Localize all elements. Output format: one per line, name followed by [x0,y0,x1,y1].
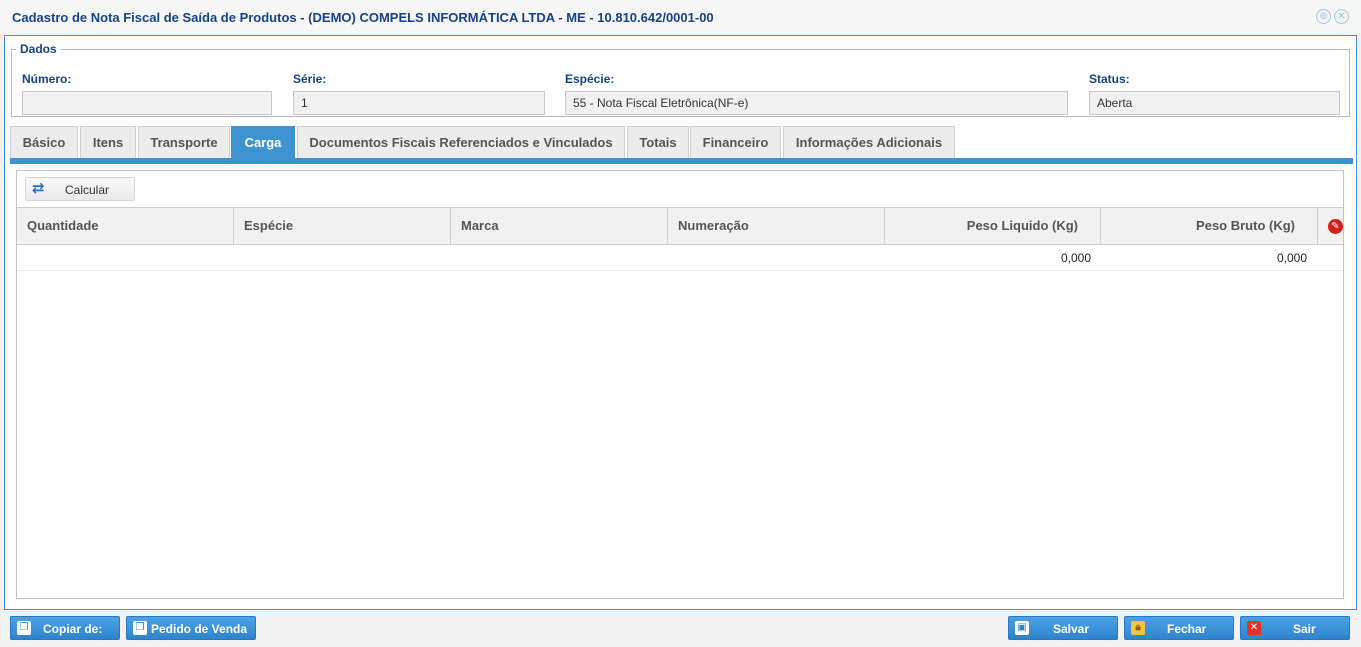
especie-input[interactable]: 55 - Nota Fiscal Eletrônica(NF-e) [565,91,1068,115]
copy-icon: ❐ [133,621,147,635]
salvar-label: Salvar [1053,622,1090,636]
col-marca[interactable]: Marca [451,208,668,244]
table-row[interactable]: 0,000 0,000 [17,245,1343,271]
fechar-label: Fechar [1167,622,1207,636]
maximize-icon[interactable]: ⊕ [1316,9,1331,24]
tab-basico[interactable]: Básico [10,126,78,158]
refresh-icon: ⇄ [32,180,45,197]
tab-documentos-fiscais[interactable]: Documentos Fiscais Referenciados e Vincu… [297,126,625,158]
tab-informacoes-adicionais[interactable]: Informações Adicionais [783,126,955,158]
col-peso-liquido[interactable]: Peso Liquido (Kg) [885,208,1101,244]
salvar-button[interactable]: ▣ Salvar [1008,616,1118,640]
carga-panel: ⇄ Calcular Quantidade Espécie Marca Nume… [16,170,1344,599]
tab-strip [10,158,1353,164]
copiar-de-label: Copiar de: [43,622,103,636]
dados-legend: Dados [20,42,57,56]
cell-peso-bruto: 0,000 [1276,251,1307,265]
cell-especie [234,245,441,271]
serie-input[interactable]: 1 [293,91,545,115]
copiar-de-button[interactable]: ❐ Copiar de: [10,616,120,640]
nota-fiscal-window: Cadastro de Nota Fiscal de Saída de Prod… [0,0,1361,647]
form-body: Dados Número: Série: 1 Espécie: 55 - Not… [4,35,1357,610]
pedido-de-venda-label: Pedido de Venda [151,622,248,636]
window-title: Cadastro de Nota Fiscal de Saída de Prod… [12,10,714,25]
cell-numeracao [668,245,875,271]
sair-button[interactable]: ✕ Sair [1240,616,1350,640]
tab-carga[interactable]: Carga [231,126,295,158]
save-icon: ▣ [1015,621,1029,635]
carga-grid-header: Quantidade Espécie Marca Numeração Peso … [17,207,1343,245]
exit-icon: ✕ [1247,621,1261,635]
title-icons: ⊕ ✕ [1316,9,1349,24]
cell-peso-liquido: 0,000 [1060,251,1091,265]
especie-field-group: Espécie: 55 - Nota Fiscal Eletrônica(NF-… [565,72,1068,115]
tab-bar: Básico Itens Transporte Carga Documentos… [10,126,1353,158]
col-peso-bruto[interactable]: Peso Bruto (Kg) [1101,208,1318,244]
close-icon[interactable]: ✕ [1334,9,1349,24]
tab-transporte[interactable]: Transporte [138,126,230,158]
title-bar: Cadastro de Nota Fiscal de Saída de Prod… [0,0,1361,34]
copy-icon: ❐ [17,621,31,635]
tab-itens[interactable]: Itens [80,126,136,158]
numero-field-group: Número: [22,72,272,115]
status-field-group: Status: Aberta [1089,72,1340,115]
pedido-de-venda-button[interactable]: ❐ Pedido de Venda [126,616,256,640]
lock-icon: 🔒︎ [1131,621,1145,635]
serie-field-group: Série: 1 [293,72,545,115]
calcular-button[interactable]: ⇄ Calcular [25,177,135,201]
numero-input[interactable] [22,91,272,115]
especie-label: Espécie: [565,72,615,86]
tab-totais[interactable]: Totais [627,126,689,158]
col-especie[interactable]: Espécie [234,208,451,244]
delete-icon[interactable]: ✎ [1328,219,1343,234]
sair-label: Sair [1293,622,1316,636]
cell-marca [451,245,658,271]
dados-fieldset: Dados Número: Série: 1 Espécie: 55 - Not… [11,42,1350,117]
serie-label: Série: [293,72,327,86]
status-label: Status: [1089,72,1130,86]
col-quantidade[interactable]: Quantidade [17,208,234,244]
status-input[interactable]: Aberta [1089,91,1340,115]
fechar-button[interactable]: 🔒︎ Fechar [1124,616,1234,640]
tab-financeiro[interactable]: Financeiro [690,126,781,158]
calcular-label: Calcular [65,183,110,197]
col-numeracao[interactable]: Numeração [668,208,885,244]
cell-quantidade [17,245,224,271]
numero-label: Número: [22,72,72,86]
